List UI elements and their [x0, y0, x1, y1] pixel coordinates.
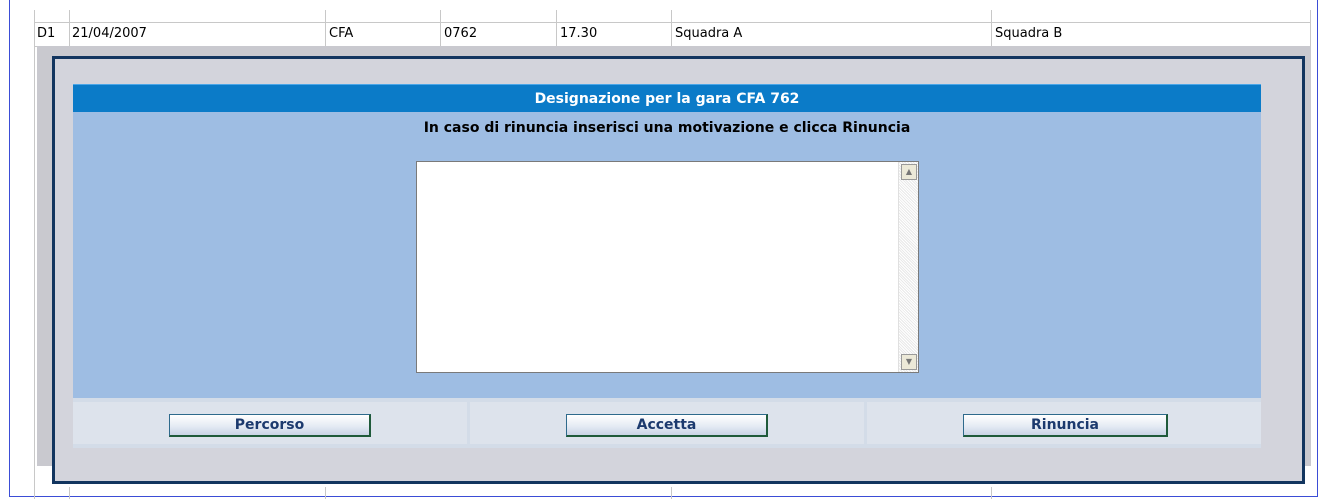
dialog-title: Designazione per la gara CFA 762 — [73, 84, 1261, 113]
table-col-divider — [671, 10, 672, 47]
away-team-cell: Squadra B — [995, 26, 1063, 41]
match-number-cell: 0762 — [444, 26, 478, 41]
table-col-divider — [69, 487, 70, 499]
time-cell: 17.30 — [560, 26, 598, 41]
dialog-body: In caso di rinuncia inserisci una motiva… — [73, 112, 1261, 398]
button-cell-accept: Accetta — [470, 402, 864, 444]
home-team-cell: Squadra A — [675, 26, 743, 41]
table-col-divider — [991, 487, 992, 499]
table-col-divider — [556, 10, 557, 47]
button-row: Percorso Accetta Rinuncia — [73, 398, 1261, 448]
table-rule — [34, 22, 1310, 23]
table-col-divider — [34, 10, 35, 499]
motivation-textarea[interactable] — [417, 162, 897, 372]
table-col-divider — [991, 10, 992, 47]
accept-button[interactable]: Accetta — [566, 414, 768, 437]
table-col-divider — [440, 10, 441, 47]
table-col-divider — [69, 10, 70, 47]
table-col-divider — [671, 487, 672, 499]
date-cell: 21/04/2007 — [72, 26, 147, 41]
button-cell-route: Percorso — [73, 402, 467, 444]
table-col-divider — [1310, 10, 1311, 47]
category-cell: CFA — [329, 26, 354, 41]
table-col-divider — [325, 487, 326, 499]
decline-button[interactable]: Rinuncia — [963, 414, 1168, 437]
textarea-scrollbar[interactable]: ▲ ▼ — [898, 162, 918, 372]
button-cell-decline: Rinuncia — [867, 402, 1261, 444]
table-col-divider — [325, 10, 326, 47]
instruction-text: In caso di rinuncia inserisci una motiva… — [423, 120, 911, 136]
scroll-up-icon[interactable]: ▲ — [901, 164, 917, 180]
division-cell: D1 — [37, 26, 56, 41]
route-button[interactable]: Percorso — [169, 414, 371, 437]
scroll-down-icon[interactable]: ▼ — [901, 354, 917, 370]
motivation-field: ▲ ▼ — [416, 161, 919, 373]
